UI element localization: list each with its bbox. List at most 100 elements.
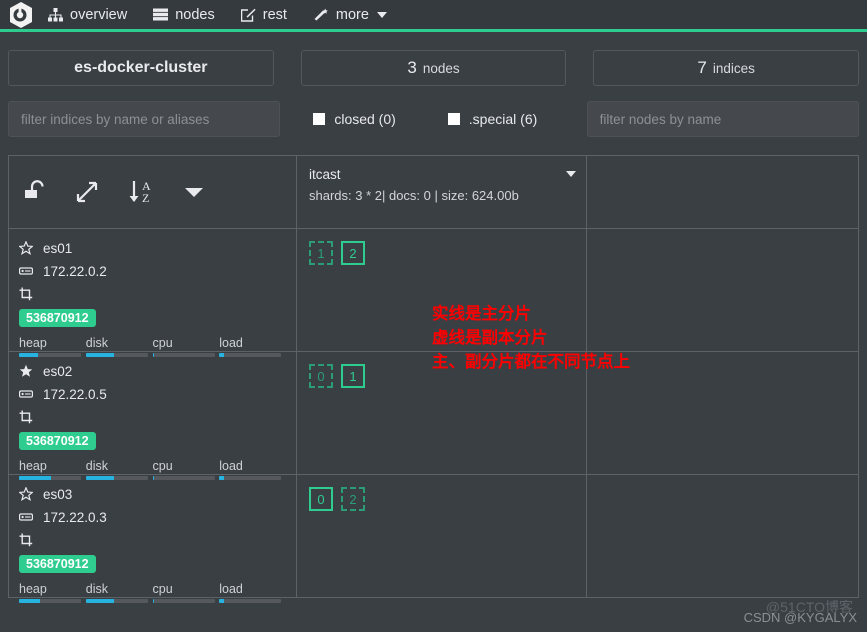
node-ip-line: 172.22.0.5	[19, 385, 286, 403]
node-cell-es03: es03 172.22.0.3	[9, 475, 297, 597]
nav-item-rest[interactable]: rest	[241, 7, 287, 23]
hdd-icon	[19, 388, 35, 400]
table-row: es02 172.22.0.5	[9, 351, 858, 474]
nodes-count-label: nodes	[423, 61, 460, 76]
nav-item-nodes-label: nodes	[175, 7, 215, 23]
server-icon	[153, 8, 168, 21]
hdd-icon	[19, 511, 35, 523]
cluster-name-card: es-docker-cluster	[8, 50, 274, 86]
cluster-shard-grid: A Z itcast shards: 3 * 2| docs: 0 | size…	[8, 155, 859, 598]
metric-heap-label: heap	[19, 336, 86, 350]
metric-disk-track	[86, 599, 148, 603]
grid-toolbar: A Z	[9, 156, 296, 228]
metric-load: load	[219, 582, 286, 603]
filter-row: closed (0) .special (6)	[0, 86, 867, 137]
sitemap-icon	[48, 8, 63, 22]
metric-cpu-track	[153, 599, 215, 603]
node-name: es02	[43, 364, 72, 379]
node-name-line: es02	[19, 362, 286, 380]
node-role-line	[19, 285, 286, 303]
cluster-name: es-docker-cluster	[74, 59, 207, 77]
index-header-cell: itcast shards: 3 * 2| docs: 0 | size: 62…	[297, 156, 587, 228]
nav-item-overview[interactable]: overview	[48, 7, 127, 23]
metric-heap-label: heap	[19, 582, 86, 596]
shard-cell-es02: 0 1	[297, 352, 587, 474]
metric-load-label: load	[219, 459, 286, 473]
grid-toolbar-cell: A Z	[9, 156, 297, 228]
table-row: es03 172.22.0.3	[9, 474, 858, 597]
metric-cpu-label: cpu	[153, 582, 220, 596]
indices-count-card: 7 indices	[593, 50, 859, 86]
node-ip: 172.22.0.5	[43, 387, 107, 402]
checkbox-closed-box[interactable]	[313, 113, 325, 125]
nav-item-overview-label: overview	[70, 7, 127, 23]
sort-az-icon[interactable]: A Z	[127, 178, 157, 206]
node-name-line: es03	[19, 485, 286, 503]
index-type-checkboxes: closed (0) .special (6)	[307, 111, 559, 127]
indices-count: 7	[697, 58, 706, 78]
node-heap-badge: 536870912	[19, 432, 96, 450]
shard-box[interactable]: 0	[309, 364, 333, 388]
node-ip-line: 172.22.0.2	[19, 262, 286, 280]
crop-icon	[19, 287, 35, 301]
empty-cell	[587, 352, 858, 474]
index-name: itcast	[309, 167, 574, 182]
star-outline-icon	[19, 487, 35, 501]
index-meta: shards: 3 * 2| docs: 0 | size: 624.00b	[309, 188, 574, 203]
metric-disk-label: disk	[86, 336, 153, 350]
metric-heap: heap	[19, 582, 86, 603]
indices-count-label: indices	[713, 61, 755, 76]
empty-cell	[587, 475, 858, 597]
node-cell-es01: es01 172.22.0.2	[9, 229, 297, 351]
metric-load-track	[219, 599, 281, 603]
star-outline-icon	[19, 241, 35, 255]
metric-cpu: cpu	[153, 582, 220, 603]
star-filled-icon	[19, 364, 35, 378]
checkbox-closed-label: closed (0)	[334, 111, 395, 127]
table-row: es01 172.22.0.2	[9, 228, 858, 351]
checkbox-special[interactable]: .special (6)	[448, 111, 537, 127]
indices-filter-input[interactable]	[8, 101, 280, 137]
nodes-filter-input[interactable]	[587, 101, 859, 137]
chevron-down-icon[interactable]	[183, 185, 205, 199]
shard-box[interactable]: 1	[309, 241, 333, 265]
expand-arrows-icon[interactable]	[75, 180, 101, 204]
empty-header-cell	[587, 156, 858, 228]
checkbox-closed[interactable]: closed (0)	[313, 111, 395, 127]
watermark-text: CSDN @KYGALYX	[744, 610, 857, 625]
crop-icon	[19, 533, 35, 547]
metric-heap-track	[19, 599, 81, 603]
node-ip-line: 172.22.0.3	[19, 508, 286, 526]
crop-icon	[19, 410, 35, 424]
unlock-icon[interactable]	[23, 180, 49, 204]
nav-item-more-label: more	[336, 7, 369, 23]
nodes-count: 3	[407, 58, 416, 78]
node-heap-badge: 536870912	[19, 555, 96, 573]
metric-heap-label: heap	[19, 459, 86, 473]
metric-disk-label: disk	[86, 459, 153, 473]
nav-item-more[interactable]: more	[313, 7, 387, 23]
nav-item-nodes[interactable]: nodes	[153, 7, 215, 23]
node-role-line	[19, 408, 286, 426]
node-ip: 172.22.0.3	[43, 510, 107, 525]
shard-cell-es01: 1 2	[297, 229, 587, 351]
hdd-icon	[19, 265, 35, 277]
shard-box[interactable]: 1	[341, 364, 365, 388]
node-name: es03	[43, 487, 72, 502]
nodes-count-card: 3 nodes	[301, 50, 567, 86]
edit-square-icon	[241, 8, 256, 22]
metric-load-label: load	[219, 336, 286, 350]
node-name: es01	[43, 241, 72, 256]
shard-box[interactable]: 2	[341, 487, 365, 511]
watermark-ghost: @51CTO博客	[766, 597, 853, 617]
empty-cell	[587, 229, 858, 351]
elasticsearch-hex-logo[interactable]	[8, 1, 34, 29]
grid-header-row: A Z itcast shards: 3 * 2| docs: 0 | size…	[9, 156, 858, 228]
index-menu-caret-icon[interactable]	[566, 171, 576, 177]
svg-text:Z: Z	[142, 191, 149, 205]
node-heap-badge: 536870912	[19, 309, 96, 327]
shard-box[interactable]: 2	[341, 241, 365, 265]
shard-box[interactable]: 0	[309, 487, 333, 511]
checkbox-special-box[interactable]	[448, 113, 460, 125]
metric-cpu-label: cpu	[153, 459, 220, 473]
